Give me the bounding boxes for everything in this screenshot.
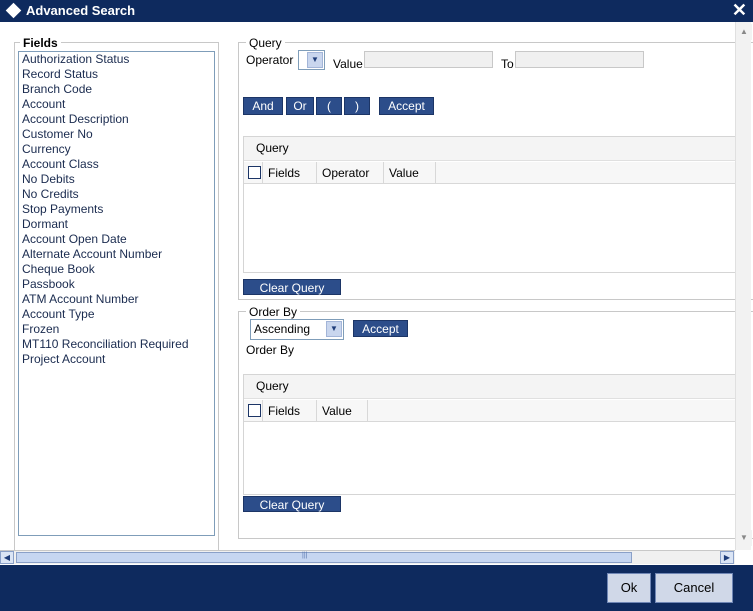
chevron-down-icon[interactable]: ▼ <box>307 52 323 68</box>
title-bar: Advanced Search ✕ <box>0 0 753 22</box>
query-table-header: Query <box>244 137 742 161</box>
order-by-label: Order By <box>246 343 295 357</box>
dialog-footer: Ok Cancel <box>0 565 753 611</box>
query-table-title: Query <box>256 141 289 155</box>
fields-list-item[interactable]: ATM Account Number <box>19 292 214 307</box>
sort-order-select[interactable]: Ascending ▼ <box>250 319 344 340</box>
fields-list-item[interactable]: Account Description <box>19 112 214 127</box>
chevron-down-icon[interactable]: ▼ <box>326 321 342 337</box>
close-paren-button[interactable]: ) <box>344 97 370 115</box>
to-input[interactable] <box>515 51 644 68</box>
fields-list-item[interactable]: Customer No <box>19 127 214 142</box>
fields-list-item[interactable]: No Debits <box>19 172 214 187</box>
order-by-legend: Order By <box>246 305 301 319</box>
and-button[interactable]: And <box>243 97 283 115</box>
order-table-columns: Fields Value <box>244 400 742 422</box>
scroll-grip-icon: ||| <box>302 552 308 559</box>
fields-list-item[interactable]: Account Class <box>19 157 214 172</box>
operator-label: Operator <box>246 53 294 67</box>
fields-list-item[interactable]: Currency <box>19 142 214 157</box>
fields-list-item[interactable]: Frozen <box>19 322 214 337</box>
ok-button[interactable]: Ok <box>607 573 651 603</box>
fields-list-item[interactable]: Record Status <box>19 67 214 82</box>
fields-list-item[interactable]: Project Account <box>19 352 214 367</box>
scroll-down-icon[interactable]: ▼ <box>736 530 752 546</box>
cancel-button[interactable]: Cancel <box>655 573 733 603</box>
fields-list-item[interactable]: Authorization Status <box>19 52 214 67</box>
col-operator: Operator <box>317 162 384 184</box>
fields-list-item[interactable]: Account <box>19 97 214 112</box>
clear-query-button[interactable]: Clear Query <box>243 279 341 295</box>
order-accept-button[interactable]: Accept <box>353 320 408 337</box>
order-table: Query Fields Value <box>243 374 743 495</box>
fields-list-item[interactable]: Branch Code <box>19 82 214 97</box>
fields-list-item[interactable]: Account Type <box>19 307 214 322</box>
open-paren-button[interactable]: ( <box>316 97 342 115</box>
order-col-value: Value <box>317 400 368 422</box>
order-table-header: Query <box>244 375 742 399</box>
horizontal-scrollbar[interactable]: ◀ ||| ▶ <box>0 550 735 564</box>
fields-list-item[interactable]: Dormant <box>19 217 214 232</box>
diamond-icon <box>5 2 22 19</box>
query-table: Query Fields Operator Value <box>243 136 743 273</box>
value-input[interactable] <box>364 51 493 68</box>
operator-select[interactable]: ▼ <box>298 50 325 70</box>
or-button[interactable]: Or <box>286 97 314 115</box>
query-table-columns: Fields Operator Value <box>244 162 742 184</box>
query-accept-button[interactable]: Accept <box>379 97 434 115</box>
query-legend: Query <box>246 36 285 50</box>
fields-list-item[interactable]: MT110 Reconciliation Required <box>19 337 214 352</box>
order-col-fields: Fields <box>263 400 317 422</box>
dialog-content: Fields Authorization Status Record Status… <box>0 22 753 550</box>
horizontal-scroll-thumb[interactable] <box>16 552 632 563</box>
order-table-title: Query <box>256 379 289 393</box>
scroll-left-icon[interactable]: ◀ <box>0 551 14 564</box>
fields-list-item[interactable]: No Credits <box>19 187 214 202</box>
scroll-right-icon[interactable]: ▶ <box>720 551 734 564</box>
sort-order-value: Ascending <box>254 322 311 336</box>
col-value: Value <box>384 162 436 184</box>
select-all-checkbox[interactable] <box>248 166 261 179</box>
fields-legend: Fields <box>20 36 61 50</box>
window-title: Advanced Search <box>26 3 136 18</box>
to-label: To <box>501 57 514 71</box>
value-label: Value <box>333 57 363 71</box>
fields-list[interactable]: Authorization Status Record Status Branch … <box>18 51 215 536</box>
scroll-up-icon[interactable]: ▲ <box>736 24 752 40</box>
select-all-cell <box>244 162 263 184</box>
fields-list-item[interactable]: Passbook <box>19 277 214 292</box>
close-icon[interactable]: ✕ <box>732 0 747 20</box>
fields-list-item[interactable]: Stop Payments <box>19 202 214 217</box>
fields-list-item[interactable]: Account Open Date <box>19 232 214 247</box>
order-select-all-checkbox[interactable] <box>248 404 261 417</box>
col-fields: Fields <box>263 162 317 184</box>
fields-list-item[interactable]: Cheque Book <box>19 262 214 277</box>
order-select-all-cell <box>244 400 263 422</box>
vertical-scrollbar[interactable]: ▲ ▼ <box>735 22 752 550</box>
order-clear-query-button[interactable]: Clear Query <box>243 496 341 512</box>
fields-list-item[interactable]: Alternate Account Number <box>19 247 214 262</box>
